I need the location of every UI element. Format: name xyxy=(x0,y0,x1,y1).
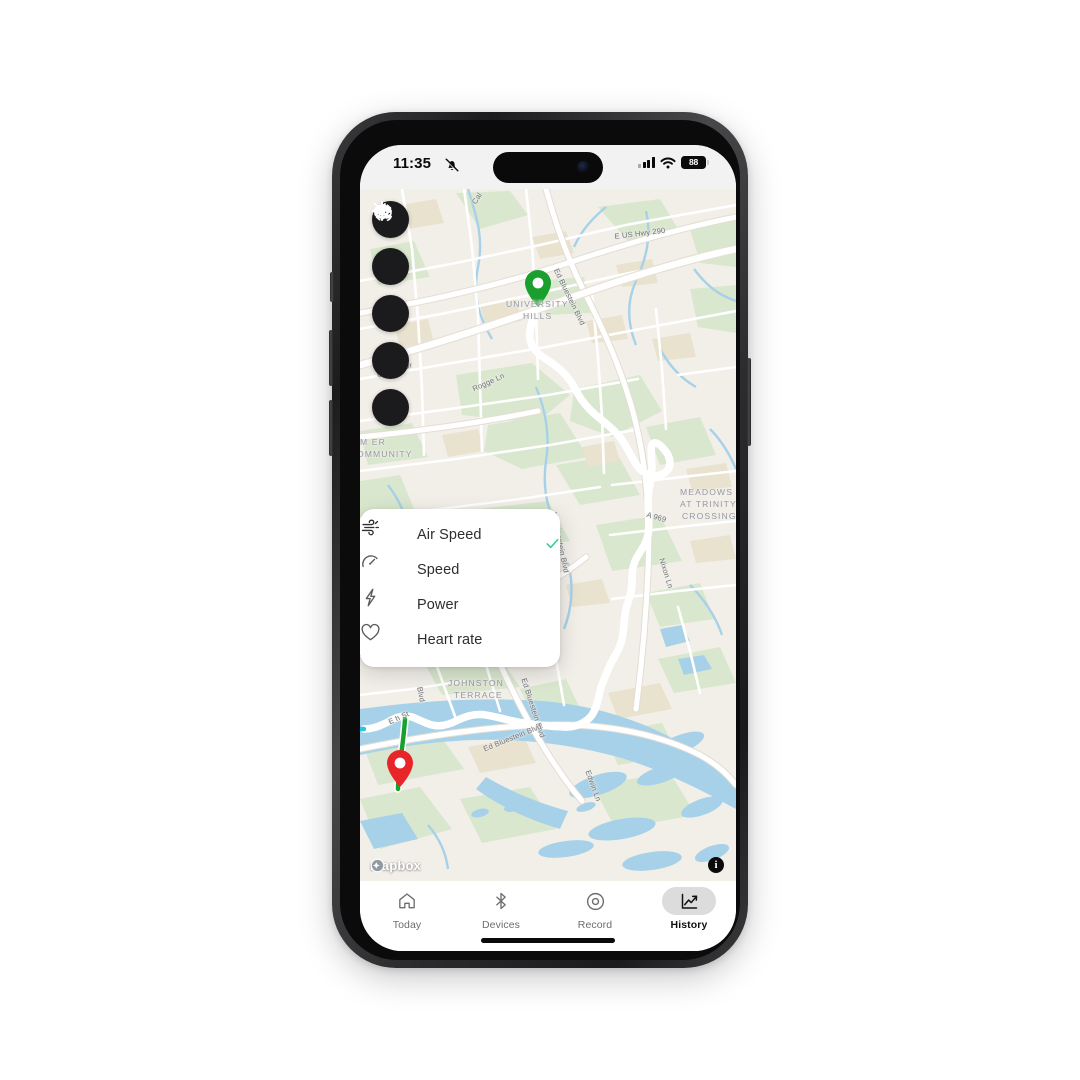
layers-button[interactable] xyxy=(372,203,409,426)
mapbox-logo-icon xyxy=(370,858,385,873)
power-button[interactable] xyxy=(747,358,751,446)
menu-label: Air Speed xyxy=(417,526,482,543)
metric-selector-menu[interactable]: Air Speed Speed Power Heart rate xyxy=(360,509,560,667)
phone-bezel: Cal E US Hwy 290 Ed Bluestein Blvd UNIVERSI… xyxy=(340,120,740,960)
tab-history[interactable]: History xyxy=(642,887,736,931)
menu-label: Speed xyxy=(417,561,460,578)
home-indicator[interactable] xyxy=(481,938,615,943)
front-camera xyxy=(577,161,590,174)
map-info-button[interactable]: i xyxy=(708,857,724,873)
satellite-button[interactable] xyxy=(372,205,409,285)
menu-item-speed[interactable]: Speed xyxy=(360,552,560,587)
mute-switch[interactable] xyxy=(330,272,334,302)
record-icon xyxy=(568,887,622,915)
tab-record[interactable]: Record xyxy=(548,887,642,931)
menu-item-heart-rate[interactable]: Heart rate xyxy=(360,622,560,657)
locate-button[interactable] xyxy=(372,201,409,379)
menu-label: Heart rate xyxy=(417,631,483,648)
three-d-button[interactable]: 3D xyxy=(372,204,409,332)
phone-frame: Cal E US Hwy 290 Ed Bluestein Blvd UNIVERSI… xyxy=(329,112,751,968)
bluetooth-icon xyxy=(474,887,528,915)
tab-label: History xyxy=(670,919,708,931)
phone-screen: Cal E US Hwy 290 Ed Bluestein Blvd UNIVERSI… xyxy=(360,145,736,951)
tab-label: Record xyxy=(577,919,613,931)
chart-line-icon xyxy=(662,887,716,915)
tab-devices[interactable]: Devices xyxy=(454,887,548,931)
volume-up-button[interactable] xyxy=(329,330,333,386)
bolt-icon xyxy=(365,588,404,616)
mapbox-attribution[interactable]: mapbox xyxy=(370,858,421,873)
layers-icon xyxy=(373,203,392,220)
tab-label: Today xyxy=(392,919,422,931)
wind-icon xyxy=(361,519,404,546)
menu-item-power[interactable]: Power xyxy=(360,587,560,622)
heart-icon xyxy=(361,623,404,651)
menu-label: Power xyxy=(417,596,459,613)
info-icon: i xyxy=(714,858,718,871)
dynamic-island xyxy=(493,152,603,183)
cellular-signal-icon xyxy=(638,157,655,168)
menu-item-air-speed[interactable]: Air Speed xyxy=(360,517,560,552)
map-view[interactable]: Cal E US Hwy 290 Ed Bluestein Blvd UNIVERSI… xyxy=(360,189,736,881)
speedometer-icon xyxy=(362,555,404,581)
tab-label: Devices xyxy=(481,919,521,931)
battery-level: 88 xyxy=(688,157,699,168)
bell-slash-icon xyxy=(445,158,459,173)
home-icon xyxy=(380,887,434,915)
wifi-icon xyxy=(660,157,676,168)
status-indicators: 88 xyxy=(638,156,709,169)
battery-indicator: 88 xyxy=(681,156,709,169)
status-bar: 11:35 88 xyxy=(360,145,736,189)
bottom-tab-bar: Today Devices Record History xyxy=(360,881,736,951)
map-controls: 3D xyxy=(372,201,409,426)
tab-today[interactable]: Today xyxy=(360,887,454,931)
status-clock: 11:35 xyxy=(393,155,432,172)
volume-down-button[interactable] xyxy=(329,400,333,456)
